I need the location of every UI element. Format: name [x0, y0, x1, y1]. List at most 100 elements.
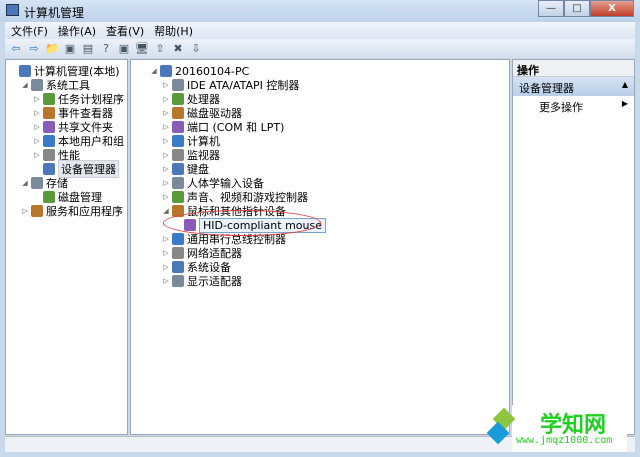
users-icon: [43, 135, 55, 147]
expander-icon[interactable]: ▷: [32, 123, 42, 131]
tree-item[interactable]: ▷ 声音、视频和游戏控制器: [161, 190, 308, 204]
console-tree: 计算机管理(本地) ◢ 系统工具 ▷ 任务计划程序 ▷ 事件查看器 ▷ 共享文件夹 ▷ 本地用户和组…: [5, 59, 128, 435]
tree-item[interactable]: ▷ 磁盘驱动器: [161, 106, 242, 120]
expander-icon[interactable]: ▷: [161, 179, 171, 187]
shared-folder-icon: [43, 121, 55, 133]
tree-item[interactable]: ▷ 显示适配器: [161, 274, 242, 288]
toolbar: ⇦ ⇨ 📁 ▣ ▤? ▣ 🖥 ⇧ ✖ ⇩: [5, 39, 635, 58]
performance-icon: [43, 149, 55, 161]
tree-item[interactable]: ▷ 网络适配器: [161, 246, 242, 260]
disk-management-icon: [43, 191, 55, 203]
update-driver-icon[interactable]: ⇧: [153, 42, 167, 56]
expander-icon[interactable]: ◢: [20, 179, 30, 187]
expander-icon[interactable]: ▷: [20, 207, 30, 215]
expander-icon[interactable]: ◢: [20, 81, 30, 89]
expander-icon[interactable]: ▷: [32, 109, 42, 117]
menu-view[interactable]: 查看(V): [106, 23, 144, 39]
disable-icon[interactable]: ⇩: [189, 42, 203, 56]
highlight-annotation: [163, 210, 321, 236]
maximize-button[interactable]: □: [564, 0, 590, 17]
expander-icon[interactable]: ◢: [161, 207, 171, 215]
expander-icon[interactable]: ▷: [32, 95, 42, 103]
forward-icon[interactable]: ⇨: [27, 42, 41, 56]
tree-item[interactable]: ▷ 共享文件夹: [32, 120, 113, 134]
tree-item[interactable]: ▷ 键盘: [161, 162, 209, 176]
tree-item[interactable]: ▷ 处理器: [161, 92, 220, 106]
usb-icon: [172, 233, 184, 245]
submenu-arrow-icon: ▶: [621, 99, 628, 108]
tree-item[interactable]: ▷ 人体学输入设备: [161, 176, 264, 190]
tree-item[interactable]: ▷ 本地用户和组: [32, 134, 124, 148]
device-tree: ◢ 20160104-PC ▷ IDE ATA/ATAPI 控制器 ▷ 处理器 ▷ 磁盘驱动器…: [130, 59, 510, 435]
tree-item[interactable]: ▷ 端口 (COM 和 LPT): [161, 120, 284, 134]
tree-item[interactable]: ▷ 计算机: [161, 134, 220, 148]
tree-item[interactable]: ▷ 事件查看器: [32, 106, 113, 120]
services-icon: [31, 205, 43, 217]
computer-management-icon: [19, 65, 31, 77]
expander-icon[interactable]: ▷: [161, 249, 171, 257]
expander-icon[interactable]: ▷: [161, 123, 171, 131]
tree-item[interactable]: ◢ 系统工具: [20, 78, 90, 92]
tree-item[interactable]: ▷ IDE ATA/ATAPI 控制器: [161, 78, 299, 92]
scan-icon[interactable]: 🖥: [135, 42, 149, 56]
app-icon: [6, 4, 19, 16]
title-bar: 计算机管理 — □ X: [0, 0, 640, 22]
actions-header: 操作: [513, 60, 634, 77]
menu-action[interactable]: 操作(A): [58, 23, 96, 39]
minimize-button[interactable]: —: [538, 0, 564, 17]
tree-item-label: 服务和应用程序: [46, 205, 123, 218]
menu-file[interactable]: 文件(F): [11, 23, 48, 39]
close-button[interactable]: X: [590, 0, 634, 17]
expander-icon[interactable]: ◢: [149, 67, 159, 75]
tree-item[interactable]: ▷ 系统设备: [161, 260, 231, 274]
watermark-logo: 学知网 www.jmqz1000.com: [486, 405, 627, 452]
expander-icon[interactable]: ▷: [161, 263, 171, 271]
help-icon[interactable]: ?: [99, 42, 113, 56]
tree-item[interactable]: ▷ 服务和应用程序: [20, 204, 123, 218]
tree-item[interactable]: ◢ 20160104-PC: [149, 64, 249, 78]
expander-icon[interactable]: ▷: [161, 151, 171, 159]
menu-help[interactable]: 帮助(H): [154, 23, 193, 39]
actions-section-device-manager[interactable]: 设备管理器 ▲: [513, 77, 634, 96]
event-viewer-icon: [43, 107, 55, 119]
expander-icon[interactable]: ▷: [161, 81, 171, 89]
expander-icon[interactable]: ▷: [32, 151, 42, 159]
tree-item[interactable]: ▷ 监视器: [161, 148, 220, 162]
expander-icon[interactable]: ▷: [161, 137, 171, 145]
more-actions-label: 更多操作: [539, 101, 583, 114]
ide-controller-icon: [172, 79, 184, 91]
expander-icon[interactable]: ▷: [161, 165, 171, 173]
section-label: 设备管理器: [519, 82, 574, 95]
menu-bar: 文件(F) 操作(A) 查看(V) 帮助(H): [5, 22, 635, 39]
tree-item[interactable]: 设备管理器: [32, 160, 119, 178]
expander-icon[interactable]: ▷: [161, 277, 171, 285]
up-icon[interactable]: 📁: [45, 42, 59, 56]
system-device-icon: [172, 261, 184, 273]
collapse-icon: ▲: [621, 80, 628, 89]
actions-pane: 操作 设备管理器 ▲ 更多操作 ▶: [512, 59, 635, 435]
tree-item[interactable]: ▷ 任务计划程序: [32, 92, 124, 106]
properties-icon[interactable]: ▤: [81, 42, 95, 56]
computer-icon: [172, 135, 184, 147]
expander-icon[interactable]: ▷: [32, 137, 42, 145]
more-actions[interactable]: 更多操作 ▶: [513, 96, 634, 115]
tree-item-label: 20160104-PC: [175, 64, 250, 78]
back-icon[interactable]: ⇦: [9, 42, 23, 56]
tree-item[interactable]: 磁盘管理: [32, 190, 102, 204]
window-title: 计算机管理: [24, 6, 85, 20]
expander-icon[interactable]: ▷: [161, 95, 171, 103]
port-icon: [172, 121, 184, 133]
hid-icon: [172, 177, 184, 189]
network-adapter-icon: [172, 247, 184, 259]
show-hide-tree-icon[interactable]: ▣: [63, 42, 77, 56]
tree-item[interactable]: 计算机管理(本地): [8, 64, 120, 78]
clock-icon: [43, 93, 55, 105]
storage-icon: [31, 177, 43, 189]
monitor-icon: [172, 149, 184, 161]
expander-icon[interactable]: ▷: [161, 109, 171, 117]
expander-icon[interactable]: ▷: [161, 193, 171, 201]
uninstall-icon[interactable]: ✖: [171, 42, 185, 56]
expander-icon[interactable]: ▷: [161, 235, 171, 243]
tree-item[interactable]: ◢ 存储: [20, 176, 68, 190]
show-hide-action-icon[interactable]: ▣: [117, 42, 131, 56]
